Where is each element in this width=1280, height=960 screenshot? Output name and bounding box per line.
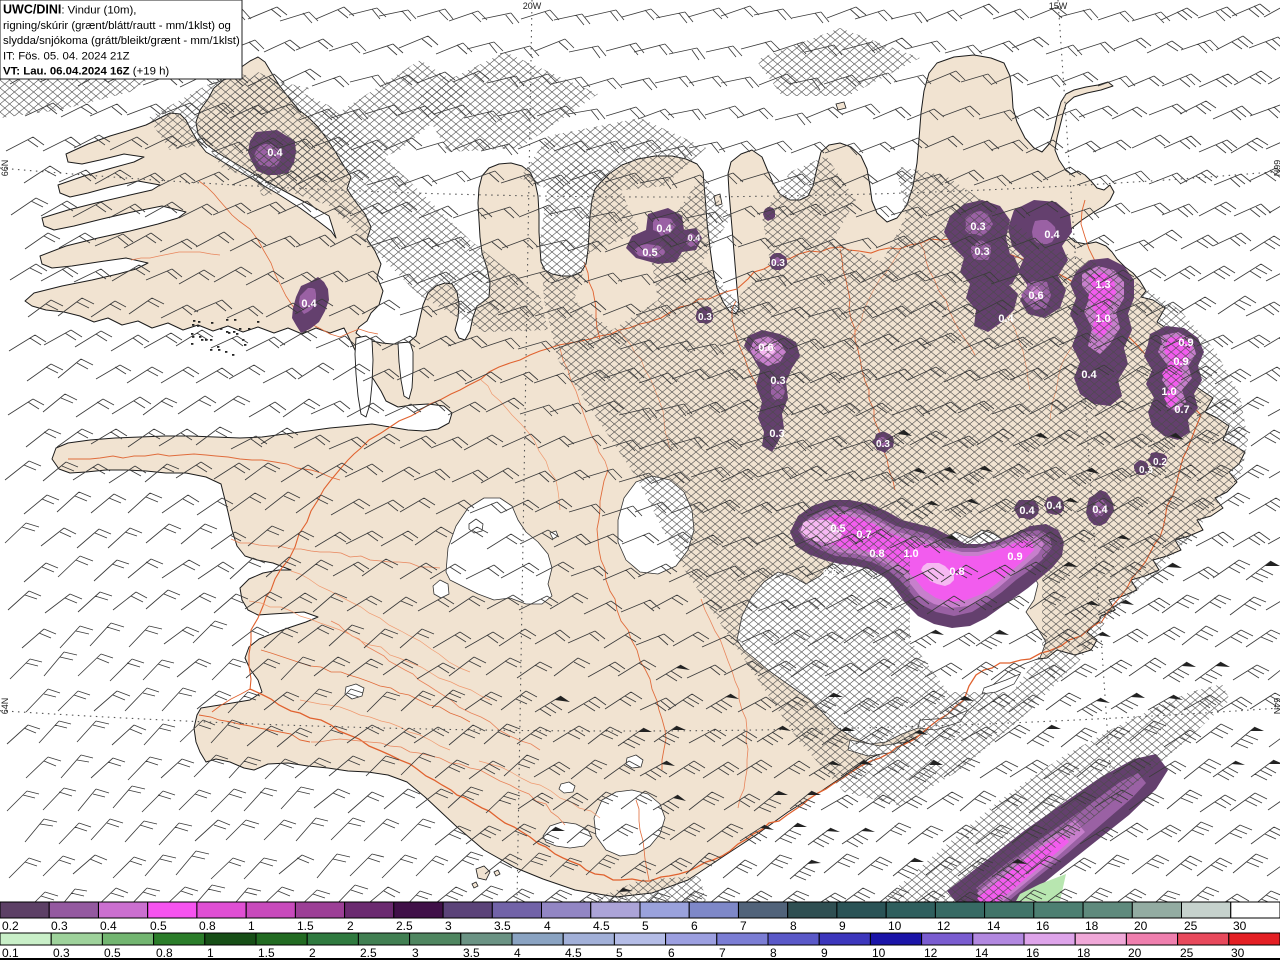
svg-text:0.4: 0.4 bbox=[656, 223, 672, 235]
svg-text:10: 10 bbox=[888, 919, 902, 933]
svg-text:6: 6 bbox=[668, 946, 675, 960]
svg-text:25: 25 bbox=[1184, 919, 1198, 933]
svg-text:0.3: 0.3 bbox=[974, 246, 989, 258]
svg-text:18: 18 bbox=[1077, 946, 1091, 960]
svg-text:0.7: 0.7 bbox=[1174, 404, 1189, 416]
svg-text:0.3: 0.3 bbox=[51, 919, 68, 933]
svg-text:0.4: 0.4 bbox=[100, 919, 117, 933]
svg-text:7: 7 bbox=[719, 946, 726, 960]
svg-text:30: 30 bbox=[1233, 919, 1247, 933]
svg-text:0.5: 0.5 bbox=[150, 919, 167, 933]
svg-text:14: 14 bbox=[975, 946, 989, 960]
svg-text:66N: 66N bbox=[0, 160, 10, 177]
svg-text:20: 20 bbox=[1134, 919, 1148, 933]
svg-text:0.6: 0.6 bbox=[1028, 290, 1043, 302]
svg-text:14: 14 bbox=[987, 919, 1001, 933]
svg-text:15W: 15W bbox=[1049, 1, 1068, 11]
svg-text:30: 30 bbox=[1231, 946, 1245, 960]
svg-text:0.9: 0.9 bbox=[1178, 337, 1193, 349]
svg-text:0.3: 0.3 bbox=[770, 375, 785, 387]
svg-text:0.5: 0.5 bbox=[104, 946, 121, 960]
svg-text:0.4: 0.4 bbox=[267, 147, 283, 159]
svg-text:0.9: 0.9 bbox=[1007, 551, 1022, 563]
svg-text:0.4: 0.4 bbox=[301, 298, 317, 310]
svg-text:slydda/snjókoma (grátt/bleikt/: slydda/snjókoma (grátt/bleikt/grænt - mm… bbox=[3, 35, 240, 47]
svg-text:0.3: 0.3 bbox=[53, 946, 70, 960]
svg-text:0.8: 0.8 bbox=[156, 946, 173, 960]
svg-text:IT: Fös. 05. 04. 2024 21Z: IT: Fös. 05. 04. 2024 21Z bbox=[3, 50, 130, 62]
svg-text:1.5: 1.5 bbox=[258, 946, 275, 960]
svg-text:0.9: 0.9 bbox=[1173, 356, 1188, 368]
svg-text:0.3: 0.3 bbox=[1139, 465, 1153, 476]
svg-text:4.5: 4.5 bbox=[565, 946, 582, 960]
svg-text:0.4: 0.4 bbox=[998, 313, 1014, 325]
svg-text:0.4: 0.4 bbox=[1092, 504, 1108, 516]
svg-text:0.8: 0.8 bbox=[823, 568, 837, 579]
svg-text:2: 2 bbox=[347, 919, 354, 933]
svg-text:3: 3 bbox=[445, 919, 452, 933]
svg-text:0.5: 0.5 bbox=[642, 247, 657, 259]
svg-text:10: 10 bbox=[872, 946, 886, 960]
svg-text:0.3: 0.3 bbox=[771, 258, 785, 269]
svg-text:3.5: 3.5 bbox=[463, 946, 480, 960]
svg-text:UWC/DINI: Vindur (10m),: UWC/DINI: Vindur (10m), bbox=[3, 3, 136, 17]
svg-text:12: 12 bbox=[924, 946, 938, 960]
svg-text:1.5: 1.5 bbox=[297, 919, 314, 933]
svg-text:1: 1 bbox=[207, 946, 214, 960]
svg-text:20W: 20W bbox=[523, 1, 542, 11]
svg-text:2.5: 2.5 bbox=[396, 919, 413, 933]
svg-text:9: 9 bbox=[839, 919, 846, 933]
svg-text:25: 25 bbox=[1180, 946, 1194, 960]
svg-text:3.5: 3.5 bbox=[494, 919, 511, 933]
svg-text:2.5: 2.5 bbox=[360, 946, 377, 960]
svg-text:1.0: 1.0 bbox=[1095, 313, 1110, 325]
svg-text:0.8: 0.8 bbox=[869, 548, 884, 560]
svg-text:0.4: 0.4 bbox=[1019, 505, 1035, 517]
svg-text:3: 3 bbox=[412, 946, 419, 960]
svg-text:0.4: 0.4 bbox=[1081, 369, 1097, 381]
svg-text:16: 16 bbox=[1026, 946, 1040, 960]
svg-text:0.4: 0.4 bbox=[1044, 229, 1060, 241]
svg-text:0.3: 0.3 bbox=[698, 312, 712, 323]
svg-text:0.2: 0.2 bbox=[1153, 457, 1167, 468]
svg-text:0.3: 0.3 bbox=[970, 221, 985, 233]
svg-text:20: 20 bbox=[1128, 946, 1142, 960]
svg-text:0.5: 0.5 bbox=[830, 523, 845, 535]
svg-text:5: 5 bbox=[642, 919, 649, 933]
svg-text:9: 9 bbox=[821, 946, 828, 960]
svg-text:1.3: 1.3 bbox=[1095, 279, 1110, 291]
svg-text:18: 18 bbox=[1085, 919, 1099, 933]
svg-text:0.2: 0.2 bbox=[2, 919, 19, 933]
svg-text:0.4: 0.4 bbox=[688, 233, 701, 243]
svg-text:4: 4 bbox=[544, 919, 551, 933]
svg-text:0.6: 0.6 bbox=[758, 342, 773, 354]
svg-text:4: 4 bbox=[514, 946, 521, 960]
svg-text:0.7: 0.7 bbox=[856, 529, 871, 541]
svg-text:1.0: 1.0 bbox=[903, 548, 918, 560]
svg-text:64N: 64N bbox=[1272, 698, 1280, 715]
svg-text:2: 2 bbox=[309, 946, 316, 960]
svg-text:8: 8 bbox=[790, 919, 797, 933]
svg-text:1: 1 bbox=[248, 919, 255, 933]
svg-text:66N: 66N bbox=[1272, 160, 1280, 177]
svg-text:0.3: 0.3 bbox=[876, 439, 890, 450]
svg-text:VT: Lau. 06.04.2024 16Z (+19 h: VT: Lau. 06.04.2024 16Z (+19 h) bbox=[3, 66, 169, 78]
svg-text:0.1: 0.1 bbox=[2, 946, 19, 960]
svg-text:0.8: 0.8 bbox=[199, 919, 216, 933]
svg-text:8: 8 bbox=[770, 946, 777, 960]
svg-text:6: 6 bbox=[691, 919, 698, 933]
svg-text:16: 16 bbox=[1036, 919, 1050, 933]
svg-text:rigning/skúrir (grænt/blátt/ra: rigning/skúrir (grænt/blátt/rautt - mm/1… bbox=[3, 20, 231, 32]
svg-text:7: 7 bbox=[740, 919, 747, 933]
svg-text:1.0: 1.0 bbox=[1161, 386, 1176, 398]
svg-text:0.8: 0.8 bbox=[949, 566, 964, 578]
svg-text:64N: 64N bbox=[0, 698, 10, 715]
svg-text:0.4: 0.4 bbox=[1046, 500, 1062, 512]
svg-text:5: 5 bbox=[616, 946, 623, 960]
svg-text:0.3: 0.3 bbox=[769, 428, 784, 440]
svg-text:12: 12 bbox=[937, 919, 951, 933]
svg-text:4.5: 4.5 bbox=[593, 919, 610, 933]
